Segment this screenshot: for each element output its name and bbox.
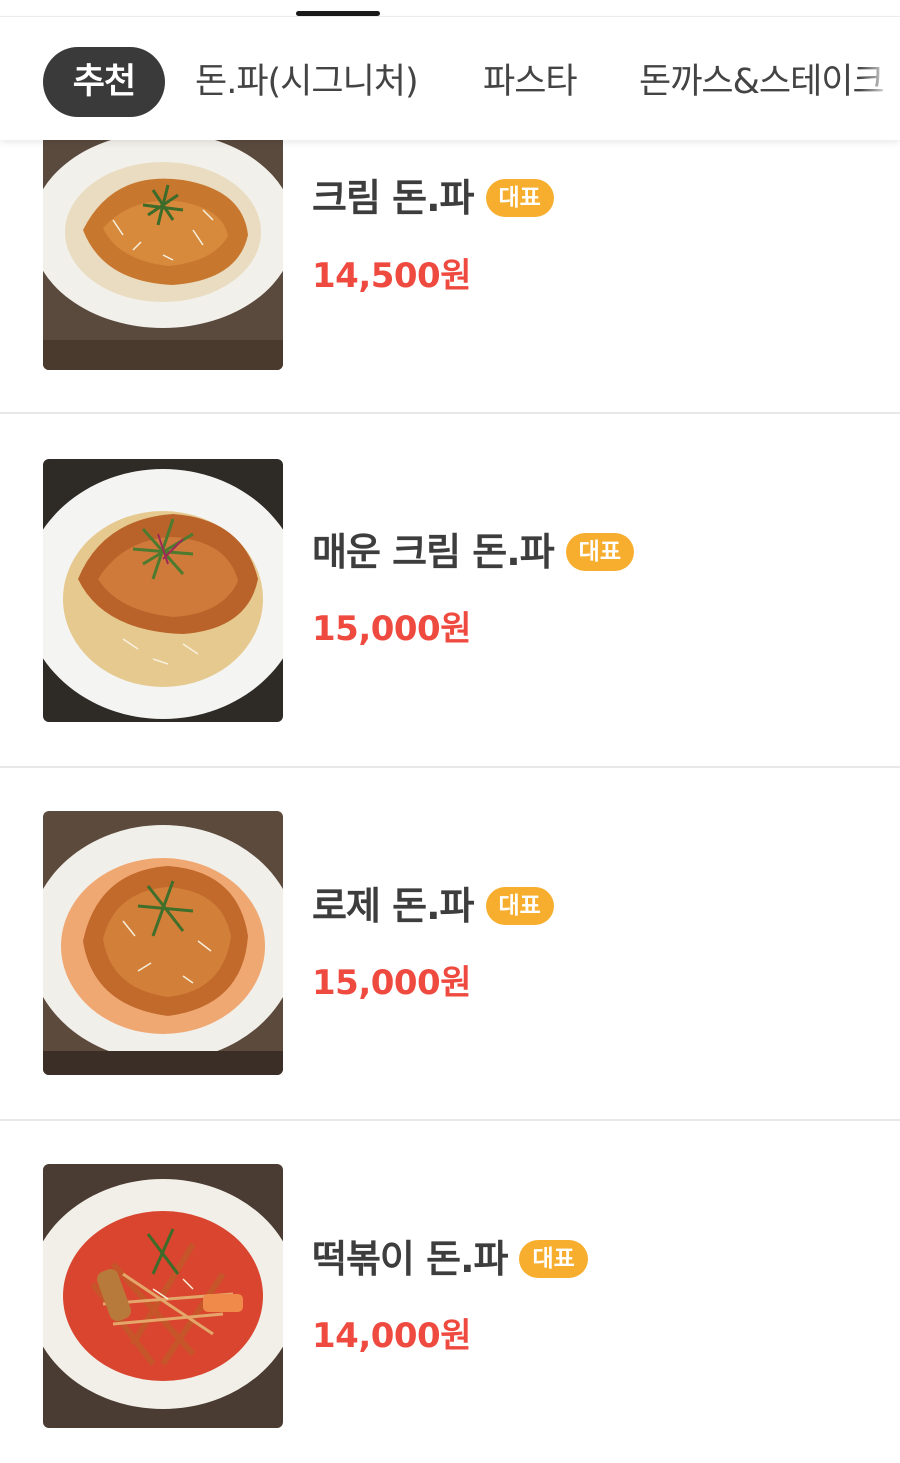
signature-badge: 대표 <box>485 179 554 217</box>
menu-item-name: 매운 크림 돈.파 대표 <box>312 530 634 574</box>
menu-item[interactable]: 매운 크림 돈.파 대표 15,000원 <box>0 414 900 766</box>
menu-item-name: 떡볶이 돈.파 대표 <box>312 1237 588 1281</box>
signature-badge: 대표 <box>485 887 554 925</box>
menu-item-photo <box>43 459 283 722</box>
menu-item-name: 로제 돈.파 대표 <box>312 884 554 928</box>
menu-item-price: 15,000원 <box>312 963 471 1003</box>
signature-badge: 대표 <box>565 533 634 571</box>
menu-item-price: 14,000원 <box>312 1316 471 1356</box>
menu-item[interactable]: 로제 돈.파 대표 15,000원 <box>0 768 900 1120</box>
signature-badge: 대표 <box>519 1240 588 1278</box>
menu-item-photo <box>43 811 283 1075</box>
tab-scroll-fade <box>860 17 900 140</box>
tab-signature-cutlet-pasta[interactable]: 돈.파(시그니처) <box>195 47 419 117</box>
tab-recommended[interactable]: 추천 <box>43 47 165 117</box>
menu-item-price: 15,000원 <box>312 609 471 649</box>
menu-item-name: 크림 돈.파 대표 <box>312 176 554 220</box>
menu-screen: 크림 돈.파 대표 14,500원 매운 크림 돈.파 대표 15,000원 로… <box>0 0 900 1463</box>
menu-item-price: 14,500원 <box>312 256 471 296</box>
tab-cutlet-steak[interactable]: 돈까스&스테이크 <box>639 47 885 117</box>
menu-item-photo <box>43 1164 283 1428</box>
menu-item[interactable]: 떡볶이 돈.파 대표 14,000원 <box>0 1121 900 1463</box>
tab-pasta[interactable]: 파스타 <box>483 47 578 117</box>
menu-item-photo <box>43 110 283 370</box>
category-tab-bar: 추천 돈.파(시그니처) 파스타 돈까스&스테이크 <box>0 16 900 140</box>
